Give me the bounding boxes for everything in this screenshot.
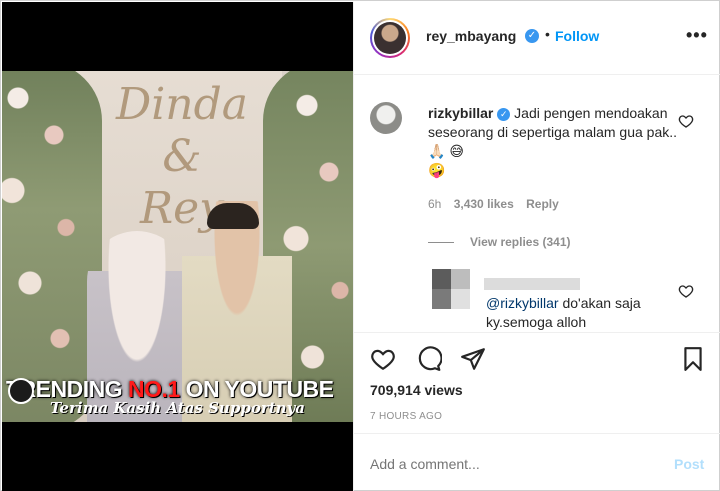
signage-name-1: Dinda [115, 79, 249, 130]
share-icon[interactable] [460, 346, 486, 372]
comment-meta: 6h 3,430 likes Reply [428, 197, 568, 211]
commenter-avatar[interactable] [370, 102, 402, 134]
reply-mention-link[interactable]: @rizkybillar [486, 295, 559, 311]
add-comment-input[interactable] [370, 454, 650, 474]
comment-likes[interactable]: 3,430 likes [454, 197, 514, 211]
post-actions: 709,914 views 7 HOURS AGO [354, 332, 720, 432]
comment-like-heart-icon[interactable] [678, 113, 694, 129]
zany-face-emoji-icon: 🤪 [428, 162, 446, 178]
comment-time: 6h [428, 197, 442, 211]
verified-badge-icon: ✓ [525, 29, 539, 43]
post-timestamp[interactable]: 7 HOURS AGO [370, 411, 442, 422]
more-options-icon[interactable]: ••• [686, 26, 708, 44]
reply-like-heart-icon[interactable] [678, 283, 694, 299]
author-username[interactable]: rey_mbayang [426, 28, 516, 44]
view-replies-button[interactable]: View replies (341) [428, 235, 571, 249]
post-photo: Dinda & Rey [2, 71, 353, 422]
reply-body: @rizkybillar do'akan saja ky.semoga allo… [486, 294, 686, 332]
heart-icon[interactable] [370, 346, 396, 372]
comment-body: rizkybillar ✓ Jadi pengen mendoakan sese… [428, 104, 678, 180]
comment-composer: Post [354, 433, 720, 491]
groom-hair [207, 203, 259, 229]
commenter-username[interactable]: rizkybillar [428, 105, 493, 121]
post-header: rey_mbayang ✓ • Follow ••• [354, 2, 720, 75]
follow-button[interactable]: Follow [555, 28, 599, 44]
author-avatar[interactable] [370, 18, 410, 58]
sweat-smile-emoji-icon: 😅 [449, 143, 464, 159]
post-comment-button[interactable]: Post [674, 456, 704, 472]
view-count[interactable]: 709,914 views [370, 382, 463, 398]
comment-icon[interactable] [416, 346, 442, 372]
verified-badge-icon: ✓ [497, 108, 511, 121]
post-side-panel: rey_mbayang ✓ • Follow ••• rizkybillar ✓… [353, 2, 720, 491]
comments-list[interactable]: rizkybillar ✓ Jadi pengen mendoakan sese… [354, 76, 720, 332]
view-replies-label: View replies (341) [470, 235, 571, 249]
signage-ampersand: & [162, 131, 202, 182]
reply-username-redacted [484, 278, 580, 290]
reply-avatar-redacted[interactable] [432, 269, 470, 309]
banner-subtitle: Terima Kasih Atas Supportnya [49, 399, 305, 417]
post-media[interactable]: Dinda & Rey TRENDING NO.1 ON YOUTUBE Ter… [2, 2, 353, 491]
header-separator: • [545, 26, 550, 42]
pray-emoji-icon: 🙏🏻 [428, 143, 446, 159]
bookmark-icon[interactable] [680, 346, 706, 372]
instagram-post-window: Dinda & Rey TRENDING NO.1 ON YOUTUBE Ter… [0, 0, 720, 491]
reply-button[interactable]: Reply [526, 197, 559, 211]
